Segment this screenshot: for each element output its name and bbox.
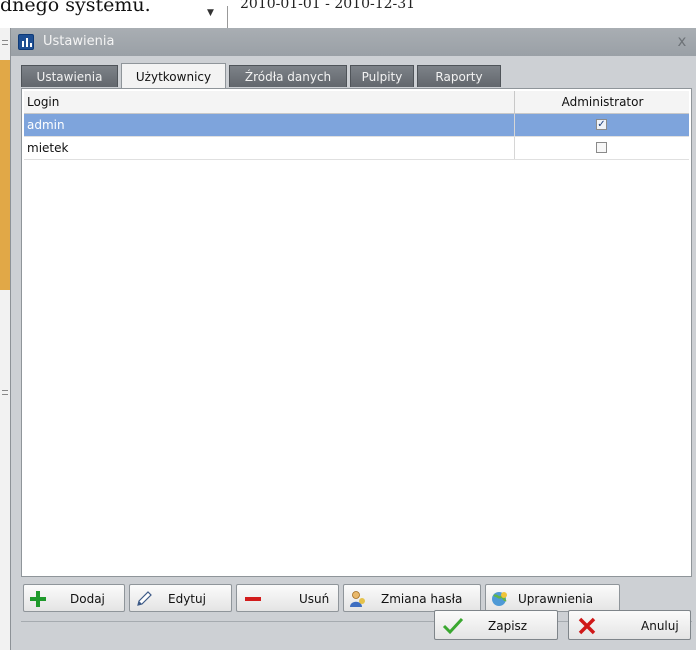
- checkmark-icon: [442, 617, 464, 635]
- minus-icon: [245, 597, 261, 601]
- background-left-mark: [2, 40, 8, 41]
- tab-ustawienia[interactable]: Ustawienia: [21, 65, 118, 87]
- background-divider: [227, 6, 228, 28]
- row-login: admin: [27, 118, 65, 132]
- delete-button[interactable]: Usuń: [236, 584, 339, 612]
- edit-button-label: Edytuj: [168, 592, 206, 606]
- row-login: mietek: [27, 141, 69, 155]
- close-icon[interactable]: x: [672, 31, 692, 51]
- table-row[interactable]: mietek: [24, 137, 689, 160]
- add-button[interactable]: Dodaj: [23, 584, 125, 612]
- user-icon: [350, 591, 365, 607]
- change-password-button[interactable]: Zmiana hasła: [343, 584, 481, 612]
- x-icon: [578, 617, 596, 635]
- users-grid: Login Administrator admin ✓ mietek: [21, 88, 692, 577]
- plus-icon: [30, 591, 46, 607]
- app-icon: [18, 34, 34, 50]
- background-left-mark: [2, 390, 8, 391]
- administrator-checkbox[interactable]: ✓: [596, 119, 607, 130]
- globe-key-icon: [492, 592, 507, 606]
- save-button-label: Zapisz: [488, 619, 528, 633]
- column-header-login[interactable]: Login: [27, 95, 59, 109]
- column-header-administrator[interactable]: Administrator: [514, 91, 690, 113]
- tab-pulpity[interactable]: Pulpity: [350, 65, 414, 87]
- permissions-button-label: Uprawnienia: [518, 592, 594, 606]
- background-left-accent: [0, 60, 10, 290]
- dropdown-arrow-icon[interactable]: ▼: [207, 8, 214, 18]
- permissions-button[interactable]: Uprawnienia: [485, 584, 620, 612]
- administrator-checkbox[interactable]: [596, 142, 607, 153]
- tab-uzytkownicy[interactable]: Użytkownicy: [121, 63, 226, 89]
- tab-zrodla-danych[interactable]: Źródła danych: [229, 65, 347, 87]
- change-password-button-label: Zmiana hasła: [381, 592, 463, 606]
- tab-raporty[interactable]: Raporty: [417, 65, 501, 87]
- dialog-title: Ustawienia: [43, 34, 115, 49]
- cancel-button-label: Anuluj: [641, 619, 679, 633]
- save-button[interactable]: Zapisz: [434, 610, 558, 640]
- settings-dialog: Ustawienia x Ustawienia Użytkownicy Źród…: [10, 28, 696, 650]
- background-left-mark: [2, 394, 8, 395]
- background-text: dnego systemu.: [0, 0, 151, 16]
- table-row[interactable]: admin ✓: [24, 114, 689, 137]
- pencil-icon: [137, 591, 152, 606]
- add-button-label: Dodaj: [70, 592, 105, 606]
- row-admin-cell: ✓: [514, 114, 689, 136]
- row-admin-cell: [514, 137, 689, 159]
- background-left-mark: [2, 44, 8, 45]
- delete-button-label: Usuń: [299, 592, 330, 606]
- background-date-range: 2010-01-01 - 2010-12-31: [240, 0, 416, 12]
- grid-header: Login Administrator: [24, 91, 689, 114]
- cancel-button[interactable]: Anuluj: [568, 610, 691, 640]
- edit-button[interactable]: Edytuj: [129, 584, 232, 612]
- dialog-titlebar[interactable]: Ustawienia x: [11, 28, 696, 56]
